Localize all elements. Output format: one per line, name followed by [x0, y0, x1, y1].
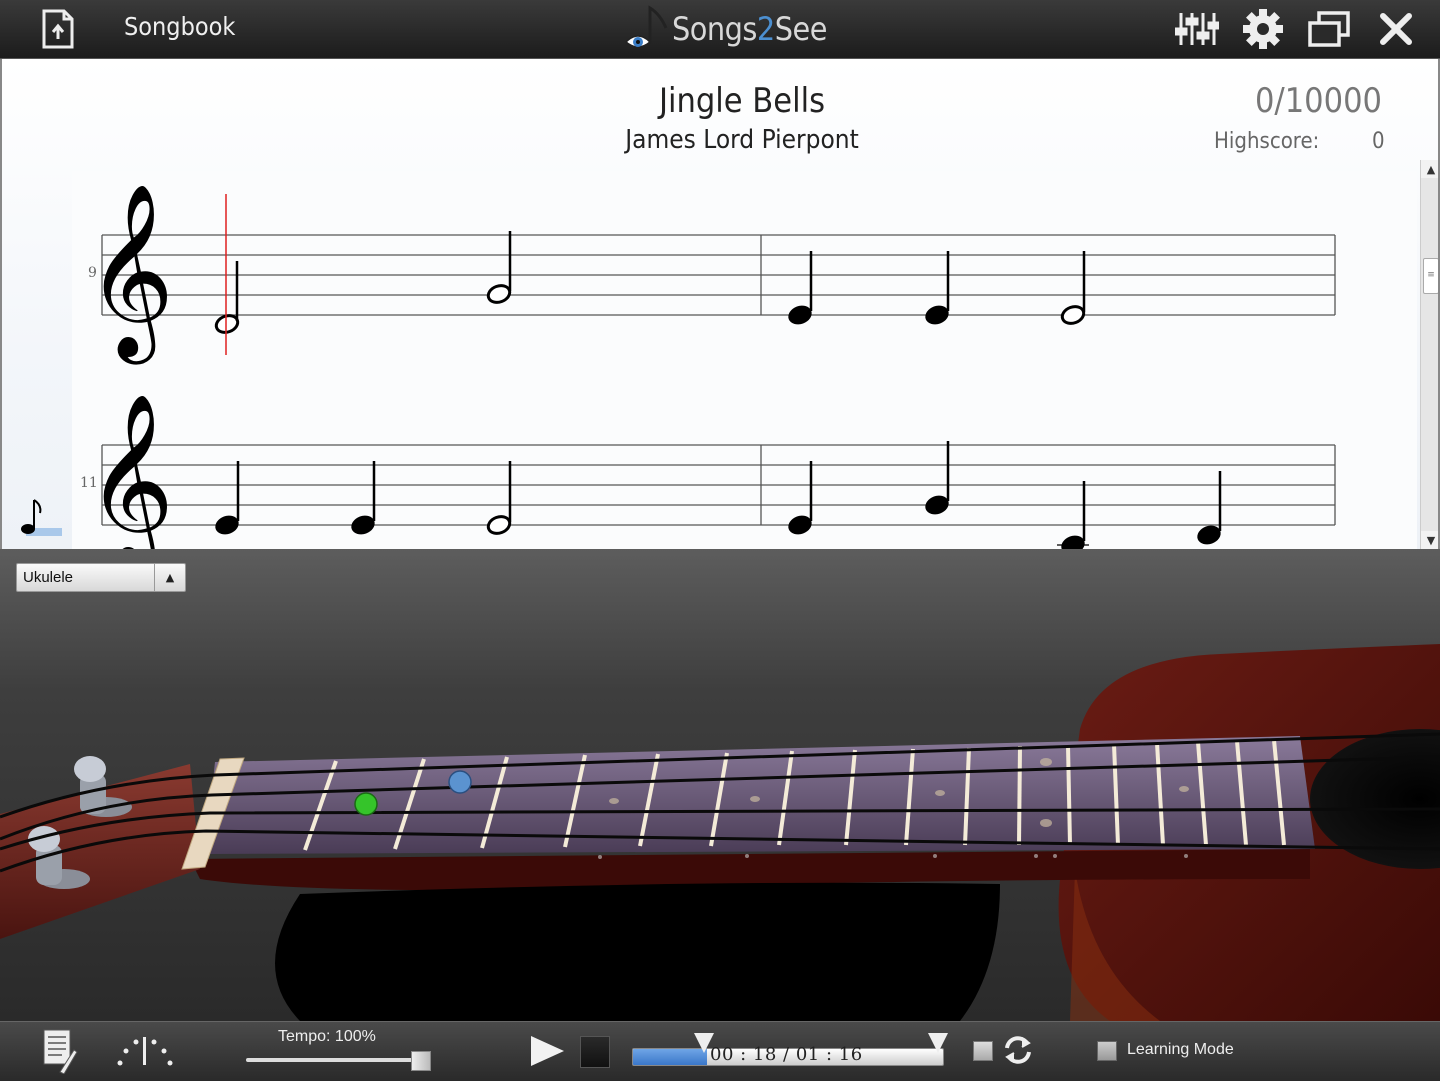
songbook-label[interactable]: Songbook — [124, 12, 235, 41]
measure-number: 11 — [80, 475, 98, 491]
treble-clef-icon: 𝄞 — [86, 183, 175, 365]
tempo-slider-track[interactable] — [246, 1058, 428, 1062]
close-icon[interactable] — [1374, 6, 1418, 52]
logo-text-2: 2 — [756, 10, 775, 48]
logo-text-songs: Songs — [672, 10, 757, 48]
logo-text-see: See — [774, 10, 828, 48]
chevron-up-icon[interactable]: ▲ — [154, 564, 185, 591]
stop-button[interactable] — [580, 1036, 610, 1068]
learning-mode-checkbox[interactable] — [1097, 1041, 1117, 1061]
treble-clef-icon: 𝄞 — [86, 393, 175, 549]
logo-eye-note-icon — [624, 5, 668, 48]
songs2see-logo: Songs 2 See — [620, 4, 827, 54]
instrument-select[interactable]: Ukulele ▲ — [16, 563, 186, 592]
fret-note-green — [354, 792, 378, 816]
top-bar: Songbook Songs 2 See — [0, 0, 1440, 59]
notes-measure-9 — [214, 231, 1086, 334]
scroll-up-icon[interactable]: ▲ — [1421, 160, 1438, 178]
notes-measure-11 — [215, 441, 1222, 549]
scrollbar-thumb[interactable]: ≡ — [1423, 258, 1438, 294]
metronome-icon[interactable] — [116, 1028, 174, 1074]
time-display: 00 : 18 / 01 : 16 — [710, 1044, 863, 1065]
gear-icon[interactable] — [1241, 6, 1285, 52]
learning-mode-label[interactable]: Learning Mode — [1127, 1041, 1234, 1059]
instrument-view: Ukulele ▲ — [0, 549, 1440, 1021]
staff-notation: 𝄞 𝄞 — [21, 183, 1336, 549]
fret-note-blue — [448, 770, 472, 794]
notes-editor-icon[interactable] — [38, 1028, 80, 1074]
scroll-down-icon[interactable]: ▼ — [1421, 531, 1438, 549]
loop-checkbox[interactable] — [973, 1041, 993, 1061]
loop-end-marker[interactable] — [928, 1033, 948, 1053]
score-area: Jingle Bells James Lord Pierpont 0/10000… — [0, 59, 1440, 549]
ukulele-fretboard — [0, 644, 1440, 1021]
mixer-icon[interactable] — [1175, 6, 1219, 52]
instrument-select-value: Ukulele — [23, 569, 74, 586]
play-button[interactable] — [528, 1034, 566, 1068]
bottom-toolbar: Tempo: 100% 00 : 18 / 01 : 16 Learning M… — [0, 1021, 1440, 1081]
note-value-icon — [21, 499, 62, 536]
open-file-icon[interactable] — [36, 6, 80, 52]
vertical-scrollbar[interactable]: ▲ ≡ ▼ — [1420, 160, 1438, 549]
loop-icon[interactable] — [1002, 1034, 1034, 1066]
measure-number: 9 — [88, 265, 97, 281]
tempo-label: Tempo: 100% — [278, 1028, 376, 1045]
tempo-slider-thumb[interactable] — [411, 1051, 431, 1071]
restore-window-icon[interactable] — [1307, 6, 1351, 52]
